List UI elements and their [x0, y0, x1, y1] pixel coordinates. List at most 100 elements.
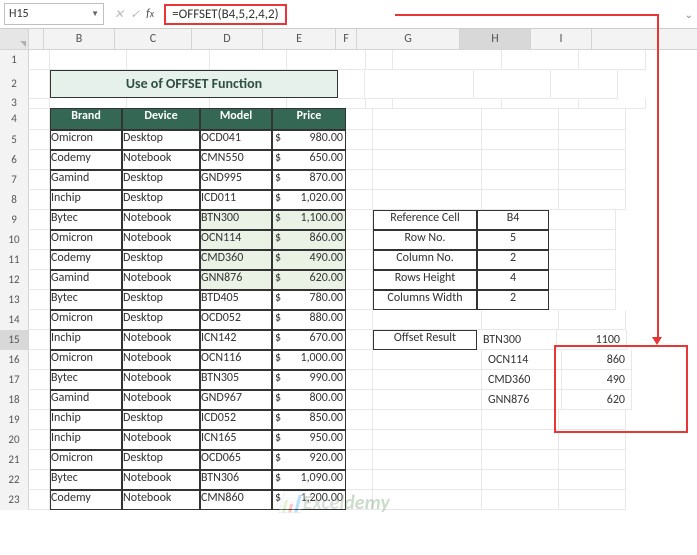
- cell-device[interactable]: Desktop: [122, 130, 200, 150]
- row-header[interactable]: 20: [0, 430, 29, 450]
- cell-brand[interactable]: Bytec: [50, 370, 122, 390]
- row-header[interactable]: 15: [0, 330, 29, 350]
- row-header[interactable]: 21: [0, 450, 29, 470]
- cell-model[interactable]: CMD360: [200, 250, 272, 270]
- chevron-down-icon[interactable]: ▼: [91, 9, 99, 19]
- col-F[interactable]: F: [336, 29, 357, 49]
- cell-brand[interactable]: Gamind: [50, 170, 122, 190]
- cell-device[interactable]: Desktop: [122, 170, 200, 190]
- cell-device[interactable]: Desktop: [122, 450, 200, 470]
- cell-model[interactable]: BTD405: [200, 290, 272, 310]
- cell-model[interactable]: ICD052: [200, 410, 272, 430]
- col-C[interactable]: C: [115, 29, 192, 49]
- cell-device[interactable]: Notebook: [122, 350, 200, 370]
- row-header[interactable]: 8: [0, 190, 29, 210]
- cell-price[interactable]: $980.00: [272, 130, 346, 150]
- cell-device[interactable]: Desktop: [122, 250, 200, 270]
- cell-device[interactable]: Notebook: [122, 490, 200, 510]
- cell-price[interactable]: $1,100.00: [272, 210, 346, 230]
- cell-device[interactable]: Notebook: [122, 470, 200, 490]
- col-I[interactable]: I: [531, 29, 592, 49]
- cell-price[interactable]: $620.00: [272, 270, 346, 290]
- cell-brand[interactable]: Gamind: [50, 390, 122, 410]
- cell-model[interactable]: BTN300: [200, 210, 272, 230]
- cell-price[interactable]: $950.00: [272, 430, 346, 450]
- cell-model[interactable]: BTN305: [200, 370, 272, 390]
- check-icon[interactable]: ✓: [130, 7, 140, 22]
- fx-icon[interactable]: fx: [146, 7, 154, 21]
- cell-device[interactable]: Desktop: [122, 190, 200, 210]
- cell-price[interactable]: $920.00: [272, 450, 346, 470]
- cell-brand[interactable]: Bytec: [50, 210, 122, 230]
- cell-price[interactable]: $1,000.00: [272, 350, 346, 370]
- col-A[interactable]: [29, 29, 44, 49]
- cell-model[interactable]: CMN550: [200, 150, 272, 170]
- row-header[interactable]: 17: [0, 370, 29, 390]
- row-header[interactable]: 6: [0, 150, 29, 170]
- row-header[interactable]: 11: [0, 250, 29, 270]
- cell-model[interactable]: OCD041: [200, 130, 272, 150]
- cell-price[interactable]: $670.00: [272, 330, 346, 350]
- col-H[interactable]: H: [460, 29, 531, 49]
- cell-model[interactable]: OCN116: [200, 350, 272, 370]
- cell-device[interactable]: Desktop: [122, 290, 200, 310]
- cell-brand[interactable]: Codemy: [50, 150, 122, 170]
- row-header[interactable]: 7: [0, 170, 29, 190]
- row-header[interactable]: 10: [0, 230, 29, 250]
- cell-model[interactable]: ICN165: [200, 430, 272, 450]
- row-header[interactable]: 18: [0, 390, 29, 410]
- col-E[interactable]: E: [263, 29, 336, 49]
- row-header[interactable]: 13: [0, 290, 29, 310]
- cell-brand[interactable]: Inchip: [50, 430, 122, 450]
- expand-icon[interactable]: ⌄: [679, 8, 693, 21]
- row-header[interactable]: 4: [0, 108, 29, 130]
- cell-brand[interactable]: Omicron: [50, 130, 122, 150]
- cell-price[interactable]: $990.00: [272, 370, 346, 390]
- cell-model[interactable]: BTN306: [200, 470, 272, 490]
- cell-model[interactable]: OCD052: [200, 310, 272, 330]
- name-box[interactable]: H15 ▼: [4, 3, 104, 25]
- row-header[interactable]: 16: [0, 350, 29, 370]
- cell-device[interactable]: Desktop: [122, 410, 200, 430]
- cell-brand[interactable]: Inchip: [50, 330, 122, 350]
- cell-device[interactable]: Notebook: [122, 230, 200, 250]
- cell-device[interactable]: Notebook: [122, 430, 200, 450]
- cell-price[interactable]: $1,020.00: [272, 190, 346, 210]
- spreadsheet-grid[interactable]: 1 2 Use of OFFSET Function 3 4 Brand Dev…: [0, 50, 697, 510]
- cell-brand[interactable]: Omicron: [50, 350, 122, 370]
- cell-device[interactable]: Notebook: [122, 210, 200, 230]
- row-header[interactable]: 12: [0, 270, 29, 290]
- cell-price[interactable]: $490.00: [272, 250, 346, 270]
- cell-brand[interactable]: Omicron: [50, 310, 122, 330]
- cell-model[interactable]: ICN142: [200, 330, 272, 350]
- cell-brand[interactable]: Inchip: [50, 190, 122, 210]
- row-header[interactable]: 14: [0, 310, 29, 330]
- row-header[interactable]: 2: [0, 70, 29, 98]
- cell-brand[interactable]: Bytec: [50, 470, 122, 490]
- cell-brand[interactable]: Bytec: [50, 290, 122, 310]
- row-header[interactable]: 3: [0, 98, 29, 108]
- cell-price[interactable]: $850.00: [272, 410, 346, 430]
- cell-price[interactable]: $1,090.00: [272, 470, 346, 490]
- col-G[interactable]: G: [357, 29, 460, 49]
- cell-price[interactable]: $860.00: [272, 230, 346, 250]
- cell-brand[interactable]: Omicron: [50, 230, 122, 250]
- cell-model[interactable]: GNN876: [200, 270, 272, 290]
- cell-price[interactable]: $650.00: [272, 150, 346, 170]
- cell-model[interactable]: GND967: [200, 390, 272, 410]
- cell-price[interactable]: $870.00: [272, 170, 346, 190]
- cell-model[interactable]: CMN860: [200, 490, 272, 510]
- cell-brand[interactable]: Omicron: [50, 450, 122, 470]
- cancel-icon[interactable]: ✕: [114, 7, 124, 22]
- cell-brand[interactable]: Codemy: [50, 490, 122, 510]
- cell-device[interactable]: Notebook: [122, 390, 200, 410]
- row-header[interactable]: 19: [0, 410, 29, 430]
- cell-device[interactable]: Notebook: [122, 270, 200, 290]
- row-header[interactable]: 9: [0, 210, 29, 230]
- cell-model[interactable]: OCD065: [200, 450, 272, 470]
- cell-device[interactable]: Notebook: [122, 370, 200, 390]
- cell-brand[interactable]: Inchip: [50, 410, 122, 430]
- formula-input[interactable]: =OFFSET(B4,5,2,4,2): [164, 4, 286, 25]
- cell-brand[interactable]: Codemy: [50, 250, 122, 270]
- cell-model[interactable]: GND995: [200, 170, 272, 190]
